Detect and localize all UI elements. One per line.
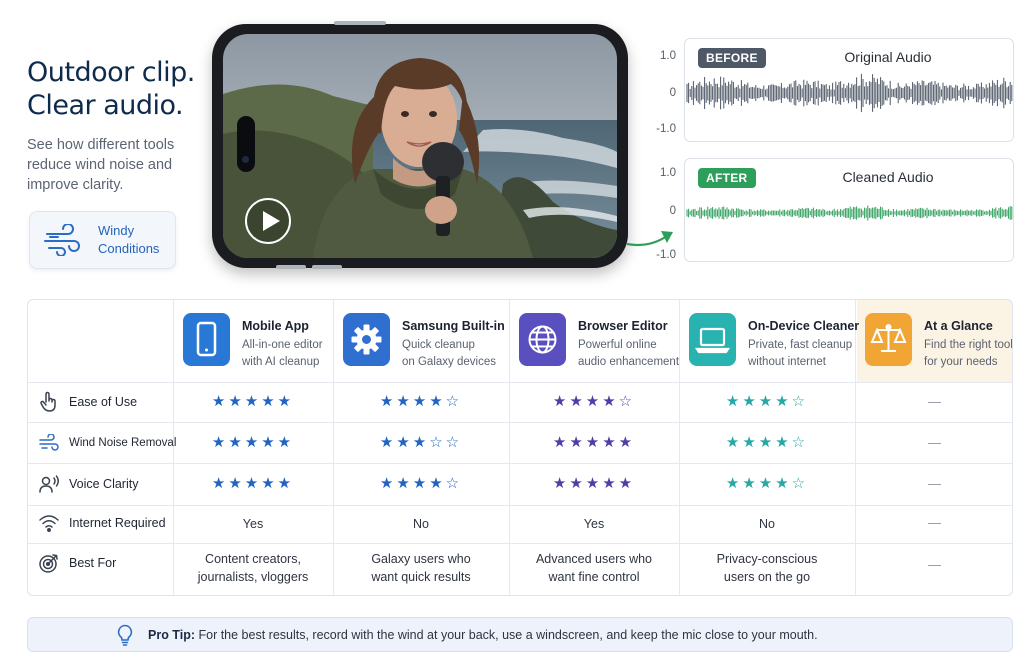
- smartphone-icon: [183, 313, 230, 366]
- axis-label-top: 1.0: [660, 50, 676, 62]
- star-rating: ★★★★☆: [379, 474, 463, 492]
- glance-value: —: [928, 515, 941, 530]
- axis-label-bottom: -1.0: [656, 249, 676, 261]
- glance-value: —: [928, 476, 941, 491]
- after-audio-card: AFTER Cleaned Audio: [684, 158, 1014, 262]
- row-label-best-for: Best For: [39, 552, 116, 574]
- glance-value: —: [928, 435, 941, 450]
- user-voice-icon: [39, 475, 59, 493]
- star-rating: ★★★★☆: [379, 392, 463, 410]
- tool-header-browser-editor: Browser Editor Powerful online audio enh…: [509, 300, 679, 382]
- glance-value: —: [928, 394, 941, 409]
- pro-tip-label: Pro Tip:: [148, 627, 195, 642]
- star-rating: ★★★★☆: [725, 433, 809, 451]
- tool-name: Mobile App: [242, 319, 309, 333]
- best-for-value: Content creators, journalists, vloggers: [197, 552, 309, 584]
- star-rating: ★★★★☆: [552, 392, 636, 410]
- axis-label-zero: 0: [669, 87, 676, 99]
- tool-desc-line-1: Quick cleanup: [402, 339, 475, 351]
- tool-header-samsung-built-in: Samsung Built-in Quick cleanup on Galaxy…: [333, 300, 509, 382]
- tool-name: At a Glance: [924, 319, 993, 333]
- tool-header-at-a-glance: At a Glance Find the right tool for your…: [855, 300, 1013, 382]
- tool-header-on-device-cleaner: On-Device Cleaner Private, fast cleanup …: [679, 300, 859, 382]
- lightbulb-icon: [117, 624, 133, 646]
- condition-label-line-1: Windy: [98, 223, 135, 238]
- wifi-icon: [39, 515, 59, 532]
- page-subtitle: See how different tools reduce wind nois…: [27, 137, 175, 193]
- original-waveform: [686, 73, 1013, 113]
- laptop-icon: [689, 313, 736, 366]
- axis-label-zero: 0: [669, 205, 676, 217]
- phone-volume-button: [276, 265, 306, 269]
- page-title-line-2: Clear audio.: [27, 90, 184, 121]
- star-rating: ★★★★☆: [725, 392, 809, 410]
- row-label-ease-of-use: Ease of Use: [39, 391, 137, 413]
- glance-value: —: [928, 557, 941, 572]
- tool-name: Samsung Built-in: [402, 319, 505, 333]
- best-for-value: Privacy-conscious users on the go: [716, 552, 818, 584]
- internet-required-value: No: [413, 517, 429, 531]
- condition-label-line-2: Conditions: [98, 241, 160, 256]
- internet-required-value: No: [759, 517, 775, 531]
- globe-icon: [519, 313, 566, 366]
- star-rating: ★★★★☆: [725, 474, 809, 492]
- tool-desc-line-1: Private, fast cleanup: [748, 339, 853, 351]
- axis-label-top: 1.0: [660, 167, 676, 179]
- phone-power-button: [334, 21, 386, 25]
- front-camera: [237, 116, 255, 172]
- row-label-voice-clarity: Voice Clarity: [39, 473, 138, 495]
- star-rating: ★★★☆☆: [379, 433, 463, 451]
- before-audio-card: BEFORE Original Audio: [684, 38, 1014, 142]
- page-title-line-1: Outdoor clip.: [27, 57, 195, 88]
- tool-name: On-Device Cleaner: [748, 319, 860, 333]
- row-label-internet-required: Internet Required: [39, 512, 166, 534]
- tool-desc-line-2: audio enhancement: [578, 356, 680, 368]
- tool-desc-line-2: on Galaxy devices: [402, 356, 496, 368]
- best-for-value: Galaxy users who want quick results: [371, 552, 471, 584]
- star-rating: ★★★★★: [211, 392, 295, 410]
- cleaned-waveform: [686, 205, 1013, 221]
- star-rating: ★★★★★: [211, 474, 295, 492]
- row-label: Best For: [69, 556, 117, 570]
- star-rating: ★★★★★: [552, 433, 636, 451]
- row-label: Voice Clarity: [69, 477, 139, 491]
- axis-label-bottom: -1.0: [656, 123, 676, 135]
- page-title: Outdoor clip. Clear audio.: [27, 56, 217, 122]
- play-button[interactable]: [245, 198, 291, 244]
- star-rating: ★★★★★: [211, 433, 295, 451]
- pointer-hand-icon: [40, 391, 56, 412]
- row-label: Ease of Use: [69, 395, 138, 409]
- tool-header-mobile-app: Mobile App All-in-one editor with AI cle…: [173, 300, 333, 382]
- best-for-value: Advanced users who want fine control: [535, 552, 653, 584]
- internet-required-value: Yes: [242, 517, 264, 531]
- target-icon: [39, 554, 58, 573]
- balance-scale-icon: [865, 313, 912, 366]
- phone-video-preview: [212, 21, 628, 269]
- wind-icon: [39, 434, 59, 451]
- row-label: Wind Noise Removal: [69, 437, 177, 449]
- tool-desc-line-1: Find the right tool: [924, 339, 1013, 351]
- after-audio-title: Cleaned Audio: [842, 169, 934, 185]
- pro-tip-text: For the best results, record with the wi…: [198, 627, 818, 642]
- gear-icon: [343, 313, 390, 366]
- tool-desc-line-2: without internet: [748, 356, 826, 368]
- before-audio-title: Original Audio: [844, 49, 932, 65]
- comparison-table: Mobile App All-in-one editor with AI cle…: [27, 299, 1013, 596]
- phone-volume-button: [312, 265, 342, 269]
- row-label: Internet Required: [69, 516, 166, 530]
- internet-required-value: Yes: [583, 517, 605, 531]
- windy-conditions-card: Windy Conditions: [29, 211, 176, 269]
- after-badge: AFTER: [698, 168, 756, 188]
- pro-tip-banner: Pro Tip: For the best results, record wi…: [27, 617, 1013, 652]
- video-frame: [223, 34, 617, 258]
- wind-icon: [44, 224, 80, 256]
- tool-name: Browser Editor: [578, 319, 668, 333]
- tool-desc-line-2: for your needs: [924, 356, 998, 368]
- star-rating: ★★★★★: [552, 474, 636, 492]
- row-label-wind-noise-removal: Wind Noise Removal: [39, 432, 176, 454]
- before-badge: BEFORE: [698, 48, 766, 68]
- tool-desc-line-1: Powerful online: [578, 339, 657, 351]
